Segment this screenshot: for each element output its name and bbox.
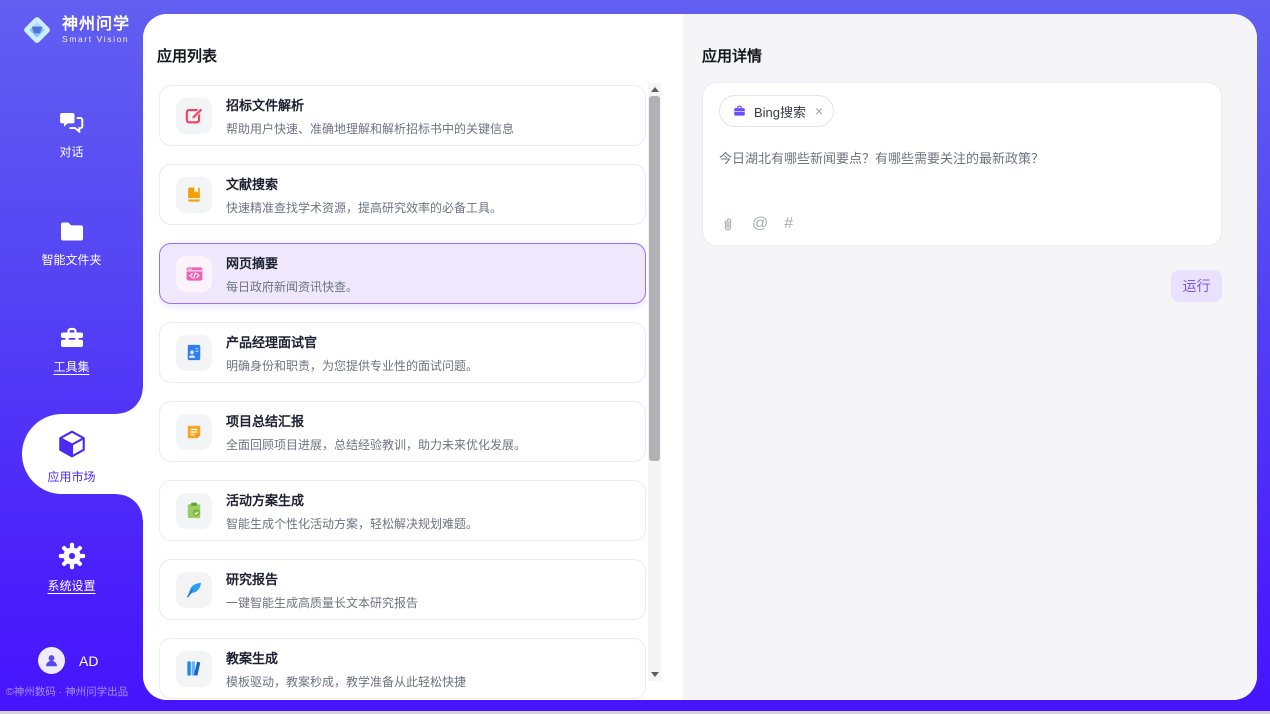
- app-card-research-report[interactable]: 研究报告 一键智能生成高质量长文本研究报告: [159, 559, 646, 620]
- app-card-title: 教案生成: [226, 648, 466, 667]
- prompt-input[interactable]: 今日湖北有哪些新闻要点？有哪些需要关注的最新政策？: [719, 150, 1205, 168]
- scrollbar-thumb[interactable]: [649, 96, 660, 461]
- sidebar: 神州问学 Smart Vision 对话 智能文件夹: [0, 0, 143, 714]
- folder-icon: [58, 220, 86, 244]
- webpage-code-icon: [176, 256, 212, 292]
- quill-icon: [176, 572, 212, 608]
- user-account[interactable]: AD: [38, 647, 98, 674]
- sidebar-item-app-market[interactable]: 应用市场: [0, 427, 143, 485]
- app-card-desc: 智能生成个性化活动方案，轻松解决规划难题。: [226, 515, 478, 532]
- cube-icon: [56, 427, 88, 461]
- book-icon: [176, 177, 212, 213]
- scroll-down-arrow[interactable]: [648, 668, 661, 681]
- app-card-desc: 一键智能生成高质量长文本研究报告: [226, 594, 418, 611]
- app-card-list: 招标文件解析 帮助用户快速、准确地理解和解析招标书中的关键信息 文献搜索 快速精…: [159, 85, 646, 700]
- app-detail-title: 应用详情: [702, 45, 762, 66]
- chat-icon: [58, 110, 86, 136]
- prompt-composer: Bing搜索 × 今日湖北有哪些新闻要点？有哪些需要关注的最新政策？ @ #: [702, 82, 1222, 246]
- sidebar-item-chat[interactable]: 对话: [0, 110, 143, 160]
- books-icon: [176, 651, 212, 687]
- app-card-title: 文献搜索: [226, 174, 502, 193]
- sidebar-item-toolset[interactable]: 工具集: [0, 326, 143, 375]
- app-card-lesson-plan-generator[interactable]: 教案生成 模板驱动，教案秒成，教学准备从此轻松快捷: [159, 638, 646, 699]
- app-list-panel: 应用列表 招标文件解析 帮助用户快速、准确地理解和解析招标书中的关键信息: [143, 14, 683, 700]
- app-card-bid-document-parsing[interactable]: 招标文件解析 帮助用户快速、准确地理解和解析招标书中的关键信息: [159, 85, 646, 146]
- avatar[interactable]: [38, 647, 65, 674]
- attachment-icon[interactable]: [720, 216, 736, 233]
- brand-name: 神州问学: [62, 16, 130, 34]
- brand-diamond-icon: [18, 11, 56, 49]
- sidebar-item-settings[interactable]: 系统设置: [0, 542, 143, 594]
- briefcase-icon: [732, 104, 747, 118]
- app-card-literature-search[interactable]: 文献搜索 快速精准查找学术资源，提高研究效率的必备工具。: [159, 164, 646, 225]
- app-card-project-summary[interactable]: 项目总结汇报 全面回顾项目进展，总结经验教训，助力未来优化发展。: [159, 401, 646, 462]
- app-card-desc: 每日政府新闻资讯快查。: [226, 278, 358, 295]
- mention-icon[interactable]: @: [752, 215, 768, 233]
- brand-subtitle: Smart Vision: [62, 34, 130, 44]
- app-card-desc: 帮助用户快速、准确地理解和解析招标书中的关键信息: [226, 120, 514, 137]
- copyright-footer: ©神州数码 · 神州问学出品: [6, 684, 143, 699]
- sidebar-item-smart-folder[interactable]: 智能文件夹: [0, 220, 143, 268]
- app-card-title: 研究报告: [226, 569, 418, 588]
- app-logo: 神州问学 Smart Vision: [18, 11, 130, 49]
- clipboard-check-icon: [176, 493, 212, 529]
- app-list-title: 应用列表: [157, 45, 217, 66]
- composer-toolbar: @ #: [720, 215, 793, 233]
- gear-icon: [58, 542, 86, 570]
- sidebar-item-label: 应用市场: [47, 468, 95, 485]
- app-card-desc: 快速精准查找学术资源，提高研究效率的必备工具。: [226, 199, 502, 216]
- document-edit-icon: [176, 98, 212, 134]
- list-scrollbar[interactable]: [648, 83, 661, 681]
- app-card-title: 招标文件解析: [226, 95, 514, 114]
- memo-icon: [176, 414, 212, 450]
- sidebar-item-label: 对话: [59, 143, 83, 160]
- run-button[interactable]: 运行: [1171, 270, 1222, 302]
- chip-close-icon[interactable]: ×: [815, 104, 823, 118]
- app-card-desc: 模板驱动，教案秒成，教学准备从此轻松快捷: [226, 673, 466, 690]
- app-card-title: 项目总结汇报: [226, 411, 526, 430]
- sidebar-item-label: 系统设置: [47, 577, 95, 594]
- app-card-title: 活动方案生成: [226, 490, 478, 509]
- tool-chip-bing-search[interactable]: Bing搜索 ×: [719, 95, 834, 127]
- app-card-webpage-summary[interactable]: 网页摘要 每日政府新闻资讯快查。: [159, 243, 646, 304]
- app-card-pm-interviewer[interactable]: 产品经理面试官 明确身份和职责，为您提供专业性的面试问题。: [159, 322, 646, 383]
- app-card-title: 网页摘要: [226, 253, 358, 272]
- sidebar-item-label: 工具集: [53, 358, 89, 375]
- tool-chip-label: Bing搜索: [754, 102, 806, 121]
- main-panel: 应用列表 招标文件解析 帮助用户快速、准确地理解和解析招标书中的关键信息: [143, 14, 1257, 700]
- scroll-up-arrow[interactable]: [648, 83, 661, 96]
- toolbox-icon: [58, 326, 86, 351]
- app-card-event-plan-generator[interactable]: 活动方案生成 智能生成个性化活动方案，轻松解决规划难题。: [159, 480, 646, 541]
- app-detail-panel: 应用详情 Bing搜索 × 今日湖北有哪些新闻要点？有哪些需要关注的最新政策？: [683, 14, 1257, 700]
- app-card-desc: 全面回顾项目进展，总结经验教训，助力未来优化发展。: [226, 436, 526, 453]
- app-card-desc: 明确身份和职责，为您提供专业性的面试问题。: [226, 357, 478, 374]
- interviewer-icon: [176, 335, 212, 371]
- topic-icon[interactable]: #: [784, 215, 793, 233]
- sidebar-item-label: 智能文件夹: [41, 251, 101, 268]
- user-initials: AD: [79, 653, 98, 669]
- app-card-title: 产品经理面试官: [226, 332, 478, 351]
